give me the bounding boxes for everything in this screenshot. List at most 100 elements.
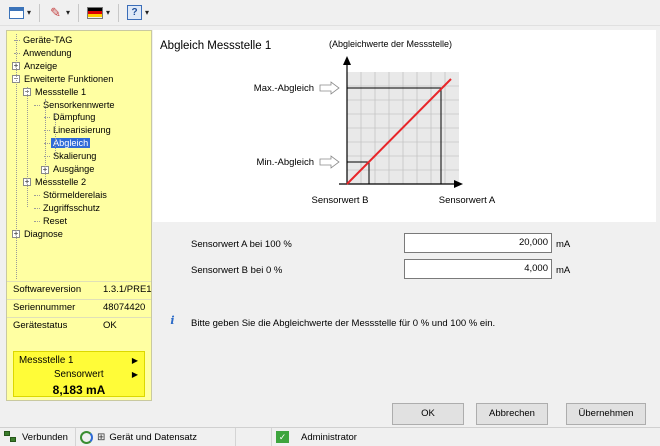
tree-item-erweiterte-funktionen[interactable]: − Erweiterte Funktionen [12, 73, 115, 85]
tree-item-label: Dämpfung [53, 112, 96, 123]
view-menu-button[interactable]: ▾ [6, 3, 34, 23]
sensor-value-b-input[interactable]: 4,000 [404, 259, 552, 279]
chevron-down-icon: ▾ [66, 8, 71, 17]
min-adjustment-label: Min.-Abgleich [256, 157, 314, 168]
tree-item-linearisierung[interactable]: Linearisierung [44, 124, 113, 136]
sensor-value-b-label: Sensorwert B [311, 195, 368, 206]
wrench-icon: ✎ [50, 5, 61, 20]
play-icon: ▶ [131, 370, 138, 379]
tree-item-label: Erweiterte Funktionen [24, 73, 114, 84]
user-role-text: Administrator [301, 431, 357, 443]
help-menu-button[interactable]: ? ▾ [124, 3, 152, 23]
chevron-down-icon: ▾ [106, 8, 111, 17]
tree-item-label: Reset [43, 215, 68, 226]
tree-connector [45, 99, 46, 179]
toolbar-separator [118, 3, 120, 22]
tree-item-diagnose[interactable]: + Diagnose [12, 228, 65, 240]
device-data-text: Gerät und Datensatz [109, 431, 198, 443]
tree-item-daempfung[interactable]: Dämpfung [44, 111, 97, 123]
serial-number-label: Seriennummer [13, 302, 76, 313]
tree-item-label: Messstelle 1 [35, 86, 87, 97]
adjustment-diagram: (Abgleichwerte der Messstelle) Max.-Abgl… [254, 39, 496, 206]
serial-number-value: 48074420 [103, 302, 146, 313]
tree-item-messstelle-1[interactable]: − Messstelle 1 [23, 86, 88, 98]
connection-status: Verbunden [0, 428, 76, 446]
sensor-value-a-field-label: Sensorwert A bei 100 % [191, 239, 292, 250]
divider [7, 281, 151, 282]
toolbar-separator [78, 3, 80, 22]
apply-button[interactable]: Übernehmen [566, 403, 646, 425]
navigation-panel: Geräte-TAG Anwendung + Anzeige − Erweiterte F… [6, 30, 152, 401]
tools-menu-button[interactable]: ✎ ▾ [45, 3, 73, 23]
tree-item-label: Zugriffsschutz [43, 202, 101, 213]
tree-item-label: Messstelle 2 [35, 176, 87, 187]
tree-item-label: Abgleich [51, 138, 91, 149]
tree-connector [14, 40, 20, 41]
hint-text: Bitte geben Sie die Abgleichwerte der Me… [191, 318, 496, 329]
tree-item-anwendung[interactable]: Anwendung [14, 47, 74, 59]
toolbar: ▾ ✎ ▾ ▾ ? ▾ [0, 0, 660, 26]
tree-item-label: Diagnose [24, 228, 63, 239]
device-status-row: Gerätestatus OK [13, 319, 153, 333]
tree-item-label: Störmelderelais [43, 189, 107, 200]
tree-item-reset[interactable]: Reset [34, 215, 69, 227]
tree-item-sensorkennwerte[interactable]: Sensorkennwerte [34, 99, 117, 111]
sensor-value-a-unit: mA [556, 239, 571, 250]
flag-icon [87, 6, 104, 19]
status-bar: Verbunden ⊞ Gerät und Datensatz ✓ Admini… [0, 427, 660, 446]
min-arrow-icon [319, 155, 340, 169]
tree-connector [34, 220, 40, 222]
window-icon [9, 6, 24, 19]
play-icon: ▶ [131, 356, 138, 365]
sensor-value-a-label: Sensorwert A [439, 195, 496, 206]
divider [7, 317, 151, 318]
tree-item-abgleich[interactable]: Abgleich [44, 137, 91, 149]
software-version-label: Softwareversion [13, 284, 82, 295]
user-status: ✓ Administrator [272, 428, 394, 446]
tree-connector [34, 207, 40, 209]
software-version-row: Softwareversion 1.3.1/PRE1 [13, 283, 153, 297]
measured-quantity-label: Sensorwert [54, 369, 104, 380]
sync-icon [80, 430, 93, 444]
content-panel: Abgleich Messstelle 1 (Abgleichwerte der… [153, 30, 656, 222]
tree-connector [16, 34, 17, 279]
device-status-label: Gerätestatus [13, 320, 68, 331]
sensor-value-a-input[interactable]: 20,000 [404, 233, 552, 253]
device-icon: ⊞ [97, 431, 106, 443]
tree-item-skalierung[interactable]: Skalierung [44, 150, 98, 162]
connection-status-text: Verbunden [22, 431, 68, 443]
app-window: ▾ ✎ ▾ ▾ ? ▾ Geräte-TAG Anwendung + Anzeige −… [0, 0, 660, 446]
tree-item-label: Ausgänge [53, 164, 95, 174]
tree-item-geraete-tag[interactable]: Geräte-TAG [14, 34, 74, 46]
sensor-value-b-unit: mA [556, 265, 571, 276]
tree-item-stoermelderelais[interactable]: Störmelderelais [34, 189, 109, 201]
tree-connector [55, 113, 56, 159]
serial-number-row: Seriennummer 48074420 [13, 301, 153, 315]
tree-item-anzeige[interactable]: + Anzeige [12, 60, 59, 72]
y-axis-arrow [343, 56, 351, 65]
measuring-point-label: Messstelle 1 [19, 355, 74, 366]
tree-item-ausgaenge[interactable]: + Ausgänge [41, 163, 96, 175]
language-menu-button[interactable]: ▾ [84, 3, 113, 23]
toolbar-separator [39, 3, 41, 22]
diagram-caption: (Abgleichwerte der Messstelle) [329, 39, 452, 49]
software-version-value: 1.3.1/PRE1 [103, 284, 152, 295]
ok-button[interactable]: OK [392, 403, 464, 425]
sensor-value-b-field-label: Sensorwert B bei 0 % [191, 265, 283, 276]
tree-item-label: Linearisierung [53, 125, 111, 136]
max-adjustment-label: Max.-Abgleich [254, 83, 314, 94]
tree-connector [14, 52, 20, 54]
device-data-status: ⊞ Gerät und Datensatz [76, 428, 236, 446]
tree-connector [34, 104, 40, 106]
tree-connector [34, 194, 40, 196]
tree-connector [27, 87, 28, 207]
help-icon: ? [127, 5, 143, 20]
info-icon: i [170, 314, 175, 327]
live-value-box[interactable]: Messstelle 1 ▶ Sensorwert ▶ 8,183 mA [13, 351, 145, 397]
tree-item-label: Skalierung [53, 151, 97, 162]
cancel-button[interactable]: Abbrechen [476, 403, 548, 425]
live-value: 8,183 mA [52, 383, 106, 397]
tree-item-zugriffsschutz[interactable]: Zugriffsschutz [34, 202, 102, 214]
network-icon [4, 431, 18, 443]
tree-item-messstelle-2[interactable]: + Messstelle 2 [23, 176, 88, 188]
